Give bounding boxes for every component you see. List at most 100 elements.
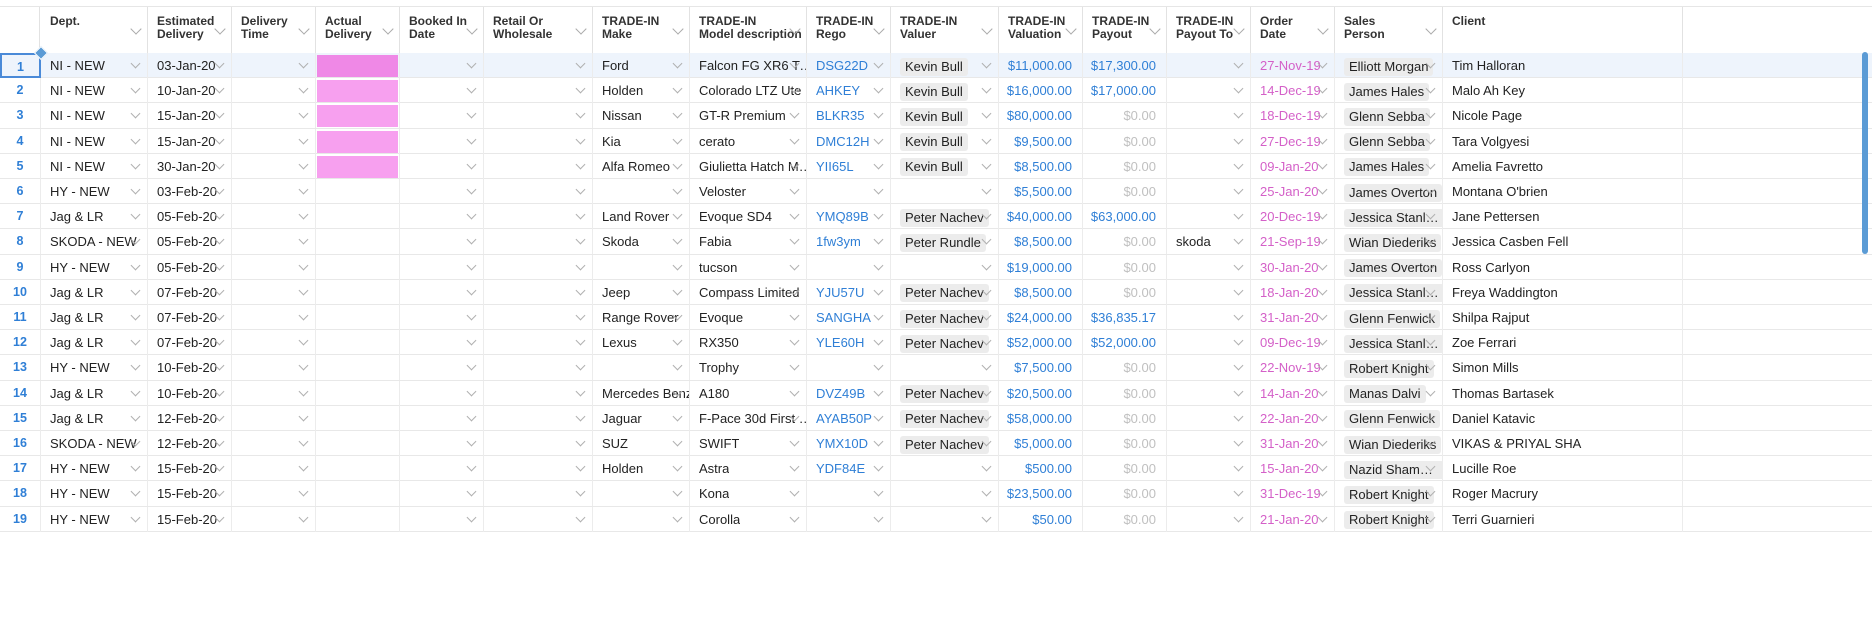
column-header-valuer[interactable]: TRADE-IN Valuer bbox=[891, 7, 999, 53]
cell-booked[interactable] bbox=[400, 355, 484, 381]
row-number[interactable]: 14 bbox=[0, 380, 41, 406]
cell-rego[interactable]: DVZ49B bbox=[807, 380, 891, 406]
cell-payto[interactable] bbox=[1167, 279, 1251, 305]
cell-dept[interactable]: NI - NEW bbox=[41, 53, 148, 78]
cell-valuer[interactable] bbox=[891, 179, 999, 204]
cell-dtime[interactable] bbox=[232, 204, 316, 230]
chevron-down-icon[interactable] bbox=[130, 310, 141, 321]
cell-model[interactable]: Evoque SD4 bbox=[690, 204, 807, 230]
chevron-down-icon[interactable] bbox=[466, 184, 477, 195]
chevron-down-icon[interactable] bbox=[298, 83, 309, 94]
chevron-down-icon[interactable] bbox=[298, 260, 309, 271]
cell-valuation[interactable]: $11,000.00 bbox=[999, 53, 1083, 78]
chevron-down-icon[interactable] bbox=[981, 83, 992, 94]
chevron-down-icon[interactable] bbox=[981, 134, 992, 145]
cell-client[interactable]: Tim Halloran bbox=[1443, 53, 1683, 78]
cell-client[interactable]: VIKAS & PRIYAL SHA bbox=[1443, 431, 1683, 456]
cell-payout[interactable]: $0.00 bbox=[1083, 431, 1167, 456]
chevron-down-icon[interactable] bbox=[130, 335, 141, 346]
column-header-order[interactable]: Order Date bbox=[1251, 7, 1335, 53]
chevron-down-icon[interactable] bbox=[789, 108, 800, 119]
cell-order[interactable]: 30-Jan-20 bbox=[1251, 254, 1335, 280]
cell-payout[interactable]: $52,000.00 bbox=[1083, 330, 1167, 356]
cell-actual[interactable] bbox=[316, 330, 400, 356]
cell-rego[interactable] bbox=[807, 506, 891, 532]
chevron-down-icon[interactable] bbox=[873, 134, 884, 145]
row-number[interactable]: 2 bbox=[0, 78, 41, 104]
chevron-down-icon[interactable] bbox=[789, 209, 800, 220]
chevron-down-icon[interactable] bbox=[575, 461, 586, 472]
cell-est[interactable]: 03-Feb-20 bbox=[148, 179, 232, 204]
chevron-down-icon[interactable] bbox=[575, 360, 586, 371]
cell-order[interactable]: 22-Nov-19 bbox=[1251, 355, 1335, 381]
chevron-down-icon[interactable] bbox=[575, 234, 586, 245]
cell-retail[interactable] bbox=[484, 506, 593, 532]
chevron-down-icon[interactable] bbox=[1317, 512, 1328, 523]
cell-client[interactable]: Shilpa Rajput bbox=[1443, 305, 1683, 330]
chevron-down-icon[interactable] bbox=[298, 335, 309, 346]
cell-dtime[interactable] bbox=[232, 179, 316, 204]
row-number[interactable]: 4 bbox=[0, 128, 41, 154]
chevron-down-icon[interactable] bbox=[873, 209, 884, 220]
chevron-down-icon[interactable] bbox=[1233, 234, 1244, 245]
cell-actual[interactable] bbox=[316, 305, 400, 330]
cell-client[interactable]: Jane Pettersen bbox=[1443, 204, 1683, 230]
cell-retail[interactable] bbox=[484, 481, 593, 507]
chevron-down-icon[interactable] bbox=[466, 386, 477, 397]
cell-client[interactable]: Simon Mills bbox=[1443, 355, 1683, 381]
cell-order[interactable]: 21-Jan-20 bbox=[1251, 506, 1335, 532]
chevron-down-icon[interactable] bbox=[130, 159, 141, 170]
chevron-down-icon[interactable] bbox=[298, 234, 309, 245]
cell-rego[interactable]: AYAB50P bbox=[807, 405, 891, 431]
table-row[interactable]: 3 NI - NEW 15-Jan-20 Nissan GT-R Premium BLKR… bbox=[0, 103, 1872, 129]
cell-make[interactable]: Alfa Romeo bbox=[593, 153, 690, 179]
chevron-down-icon[interactable] bbox=[466, 83, 477, 94]
cell-booked[interactable] bbox=[400, 103, 484, 129]
chevron-down-icon[interactable] bbox=[873, 285, 884, 296]
cell-actual[interactable] bbox=[316, 103, 400, 129]
chevron-down-icon[interactable] bbox=[789, 310, 800, 321]
cell-est[interactable]: 10-Feb-20 bbox=[148, 380, 232, 406]
cell-payto[interactable] bbox=[1167, 53, 1251, 78]
chevron-down-icon[interactable] bbox=[789, 335, 800, 346]
column-header-rego[interactable]: TRADE-IN Rego bbox=[807, 7, 891, 53]
cell-est[interactable]: 07-Feb-20 bbox=[148, 330, 232, 356]
chevron-down-icon[interactable] bbox=[672, 108, 683, 119]
cell-booked[interactable] bbox=[400, 78, 484, 104]
cell-actual[interactable] bbox=[316, 179, 400, 204]
chevron-down-icon[interactable] bbox=[298, 411, 309, 422]
cell-client[interactable]: Montana O'brien bbox=[1443, 179, 1683, 204]
chevron-down-icon[interactable] bbox=[1233, 411, 1244, 422]
cell-dept[interactable]: SKODA - NEW bbox=[41, 229, 148, 255]
chevron-down-icon[interactable] bbox=[1233, 209, 1244, 220]
cell-actual[interactable] bbox=[316, 456, 400, 482]
row-number[interactable]: 3 bbox=[0, 103, 41, 129]
cell-actual[interactable] bbox=[316, 431, 400, 456]
cell-valuer[interactable]: Peter Nachev bbox=[891, 204, 999, 230]
chevron-down-icon[interactable] bbox=[575, 58, 586, 69]
chevron-down-icon[interactable] bbox=[575, 411, 586, 422]
cell-valuer[interactable]: Peter Nachev bbox=[891, 380, 999, 406]
chevron-down-icon[interactable] bbox=[298, 159, 309, 170]
cell-valuer[interactable]: Peter Rundle bbox=[891, 229, 999, 255]
cell-est[interactable]: 05-Feb-20 bbox=[148, 254, 232, 280]
cell-valuation[interactable]: $50.00 bbox=[999, 506, 1083, 532]
cell-valuation[interactable]: $24,000.00 bbox=[999, 305, 1083, 330]
chevron-down-icon[interactable] bbox=[981, 58, 992, 69]
chevron-down-icon[interactable] bbox=[789, 512, 800, 523]
chevron-down-icon[interactable] bbox=[672, 335, 683, 346]
cell-model[interactable]: Kona bbox=[690, 481, 807, 507]
cell-rego[interactable]: YII65L bbox=[807, 153, 891, 179]
cell-sales[interactable]: Robert Knight bbox=[1335, 481, 1443, 507]
chevron-down-icon[interactable] bbox=[789, 486, 800, 497]
chevron-down-icon[interactable] bbox=[1317, 184, 1328, 195]
cell-client[interactable]: Terri Guarnieri bbox=[1443, 506, 1683, 532]
row-number[interactable]: 12 bbox=[0, 330, 41, 356]
cell-actual[interactable] bbox=[316, 380, 400, 406]
cell-dtime[interactable] bbox=[232, 128, 316, 154]
cell-dtime[interactable] bbox=[232, 254, 316, 280]
chevron-down-icon[interactable] bbox=[1233, 83, 1244, 94]
cell-model[interactable]: Trophy bbox=[690, 355, 807, 381]
cell-dtime[interactable] bbox=[232, 456, 316, 482]
cell-make[interactable]: Lexus bbox=[593, 330, 690, 356]
